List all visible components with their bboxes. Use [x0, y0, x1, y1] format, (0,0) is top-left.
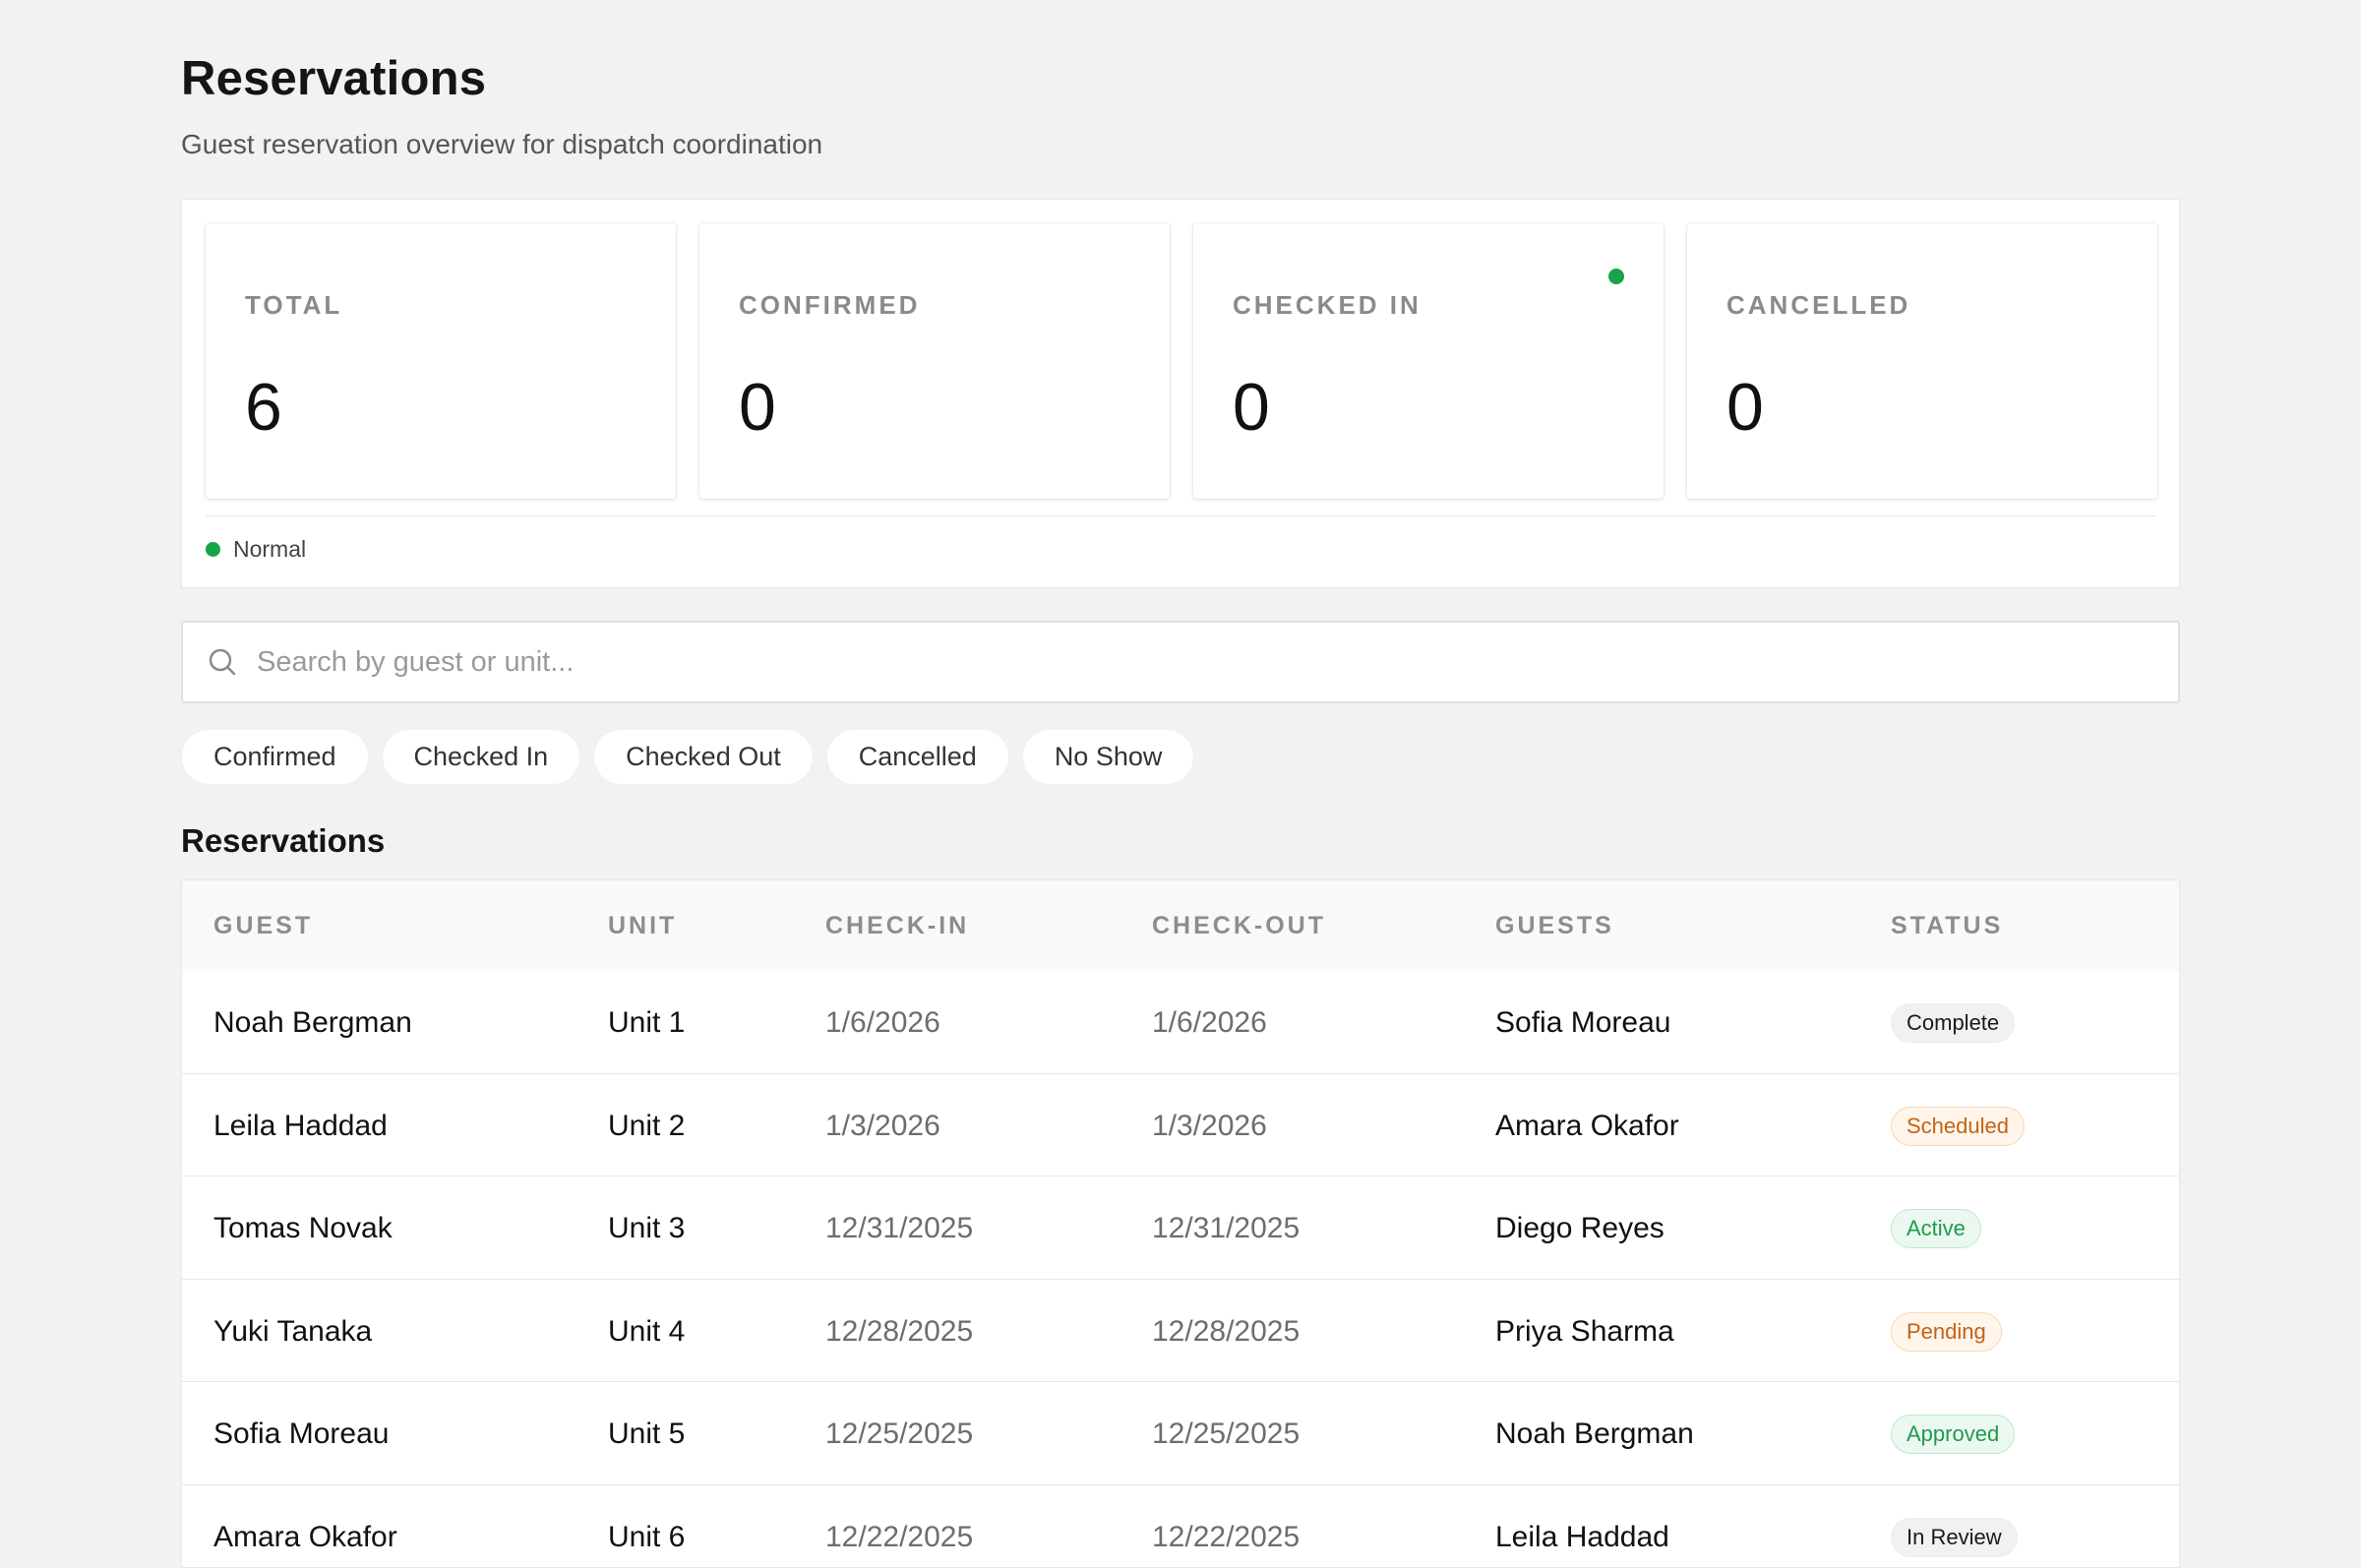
- search-box[interactable]: [181, 621, 2180, 703]
- cell-guests: Leila Haddad: [1495, 1520, 1669, 1553]
- status-badge: In Review: [1891, 1517, 2018, 1557]
- cell-guests: Diego Reyes: [1495, 1212, 1665, 1245]
- status-dot: [206, 542, 220, 557]
- stat-value: 0: [1233, 370, 1270, 445]
- page-subtitle: Guest reservation overview for dispatch …: [181, 129, 823, 159]
- cell-check-out: 1/6/2026: [1152, 1006, 1267, 1039]
- status-badge: Approved: [1891, 1415, 2016, 1455]
- cell-check-in: 12/28/2025: [825, 1314, 974, 1348]
- cell-guest: Sofia Moreau: [213, 1417, 390, 1451]
- column-header-guest[interactable]: GUEST: [213, 912, 313, 940]
- cell-unit: Unit 2: [608, 1109, 686, 1142]
- cell-unit: Unit 3: [608, 1212, 686, 1245]
- cell-unit: Unit 6: [608, 1520, 686, 1553]
- column-header-guests[interactable]: GUESTS: [1495, 912, 1614, 940]
- table-header: GUEST UNIT CHECK-IN CHECK-OUT GUESTS STA…: [182, 880, 2179, 971]
- cell-guest: Tomas Novak: [213, 1212, 393, 1245]
- table-row[interactable]: Leila Haddad Unit 2 1/3/2026 1/3/2026 Am…: [182, 1074, 2179, 1177]
- stats-panel: TOTAL 6 CONFIRMED 0 CHECKED IN 0 CANCELL…: [181, 199, 2180, 588]
- cell-guests: Priya Sharma: [1495, 1314, 1674, 1348]
- cell-check-in: 12/25/2025: [825, 1417, 974, 1451]
- table-title: Reservations: [181, 822, 386, 859]
- status-label: Normal: [233, 536, 307, 562]
- cell-check-out: 12/28/2025: [1152, 1314, 1301, 1348]
- status-badge: Active: [1891, 1209, 1981, 1249]
- page-title: Reservations: [181, 52, 487, 105]
- cell-guest: Leila Haddad: [213, 1109, 388, 1142]
- search-input[interactable]: [257, 623, 2146, 701]
- cell-guest: Noah Bergman: [213, 1006, 412, 1039]
- status-badge: Scheduled: [1891, 1106, 2025, 1146]
- status-badge: Pending: [1891, 1311, 2002, 1352]
- cell-guests: Sofia Moreau: [1495, 1006, 1671, 1039]
- cell-guest: Yuki Tanaka: [213, 1314, 373, 1348]
- filter-chip-confirmed[interactable]: Confirmed: [181, 729, 369, 785]
- cell-check-out: 1/3/2026: [1152, 1109, 1267, 1142]
- table-row[interactable]: Noah Bergman Unit 1 1/6/2026 1/6/2026 So…: [182, 971, 2179, 1074]
- cell-unit: Unit 1: [608, 1006, 686, 1039]
- reservations-table: GUEST UNIT CHECK-IN CHECK-OUT GUESTS STA…: [181, 879, 2180, 1568]
- cell-guest: Amara Okafor: [213, 1520, 397, 1553]
- stat-card-total: TOTAL 6: [206, 223, 676, 499]
- status-filters: Confirmed Checked In Checked Out Cancell…: [181, 729, 1207, 785]
- stat-value: 6: [245, 370, 282, 445]
- filter-chip-no-show[interactable]: No Show: [1021, 729, 1195, 785]
- cell-unit: Unit 4: [608, 1314, 686, 1348]
- cell-check-out: 12/31/2025: [1152, 1212, 1301, 1245]
- filter-chip-checked-in[interactable]: Checked In: [381, 729, 581, 785]
- cell-unit: Unit 5: [608, 1417, 686, 1451]
- stat-card-cancelled: CANCELLED 0: [1687, 223, 2157, 499]
- table-row[interactable]: Sofia Moreau Unit 5 12/25/2025 12/25/202…: [182, 1382, 2179, 1485]
- cell-check-out: 12/22/2025: [1152, 1520, 1301, 1553]
- stat-card-checked-in: CHECKED IN 0: [1193, 223, 1664, 499]
- cell-guests: Noah Bergman: [1495, 1417, 1694, 1451]
- stat-value: 0: [1726, 370, 1764, 445]
- live-indicator-dot: [1608, 269, 1624, 284]
- cell-check-in: 12/31/2025: [825, 1212, 974, 1245]
- status-badge: Complete: [1891, 1003, 2016, 1043]
- cell-check-in: 12/22/2025: [825, 1520, 974, 1553]
- stat-label: TOTAL: [245, 290, 343, 320]
- table-row[interactable]: Yuki Tanaka Unit 4 12/28/2025 12/28/2025…: [182, 1280, 2179, 1383]
- column-header-check-out[interactable]: CHECK-OUT: [1152, 912, 1326, 940]
- filter-chip-cancelled[interactable]: Cancelled: [825, 729, 1009, 785]
- table-row[interactable]: Amara Okafor Unit 6 12/22/2025 12/22/202…: [182, 1485, 2179, 1567]
- stat-label: CHECKED IN: [1233, 290, 1422, 320]
- column-header-status[interactable]: STATUS: [1891, 912, 2003, 940]
- cell-check-in: 1/3/2026: [825, 1109, 940, 1142]
- stat-label: CONFIRMED: [739, 290, 921, 320]
- cell-guests: Amara Okafor: [1495, 1109, 1679, 1142]
- stat-card-confirmed: CONFIRMED 0: [699, 223, 1170, 499]
- search-icon: [209, 648, 236, 676]
- column-header-check-in[interactable]: CHECK-IN: [825, 912, 969, 940]
- table-row[interactable]: Tomas Novak Unit 3 12/31/2025 12/31/2025…: [182, 1176, 2179, 1280]
- system-status: Normal: [206, 536, 306, 563]
- column-header-unit[interactable]: UNIT: [608, 912, 677, 940]
- cell-check-out: 12/25/2025: [1152, 1417, 1301, 1451]
- stats-divider: [206, 515, 2155, 516]
- filter-chip-checked-out[interactable]: Checked Out: [593, 729, 814, 785]
- cell-check-in: 1/6/2026: [825, 1006, 940, 1039]
- stat-value: 0: [739, 370, 776, 445]
- stat-label: CANCELLED: [1726, 290, 1911, 320]
